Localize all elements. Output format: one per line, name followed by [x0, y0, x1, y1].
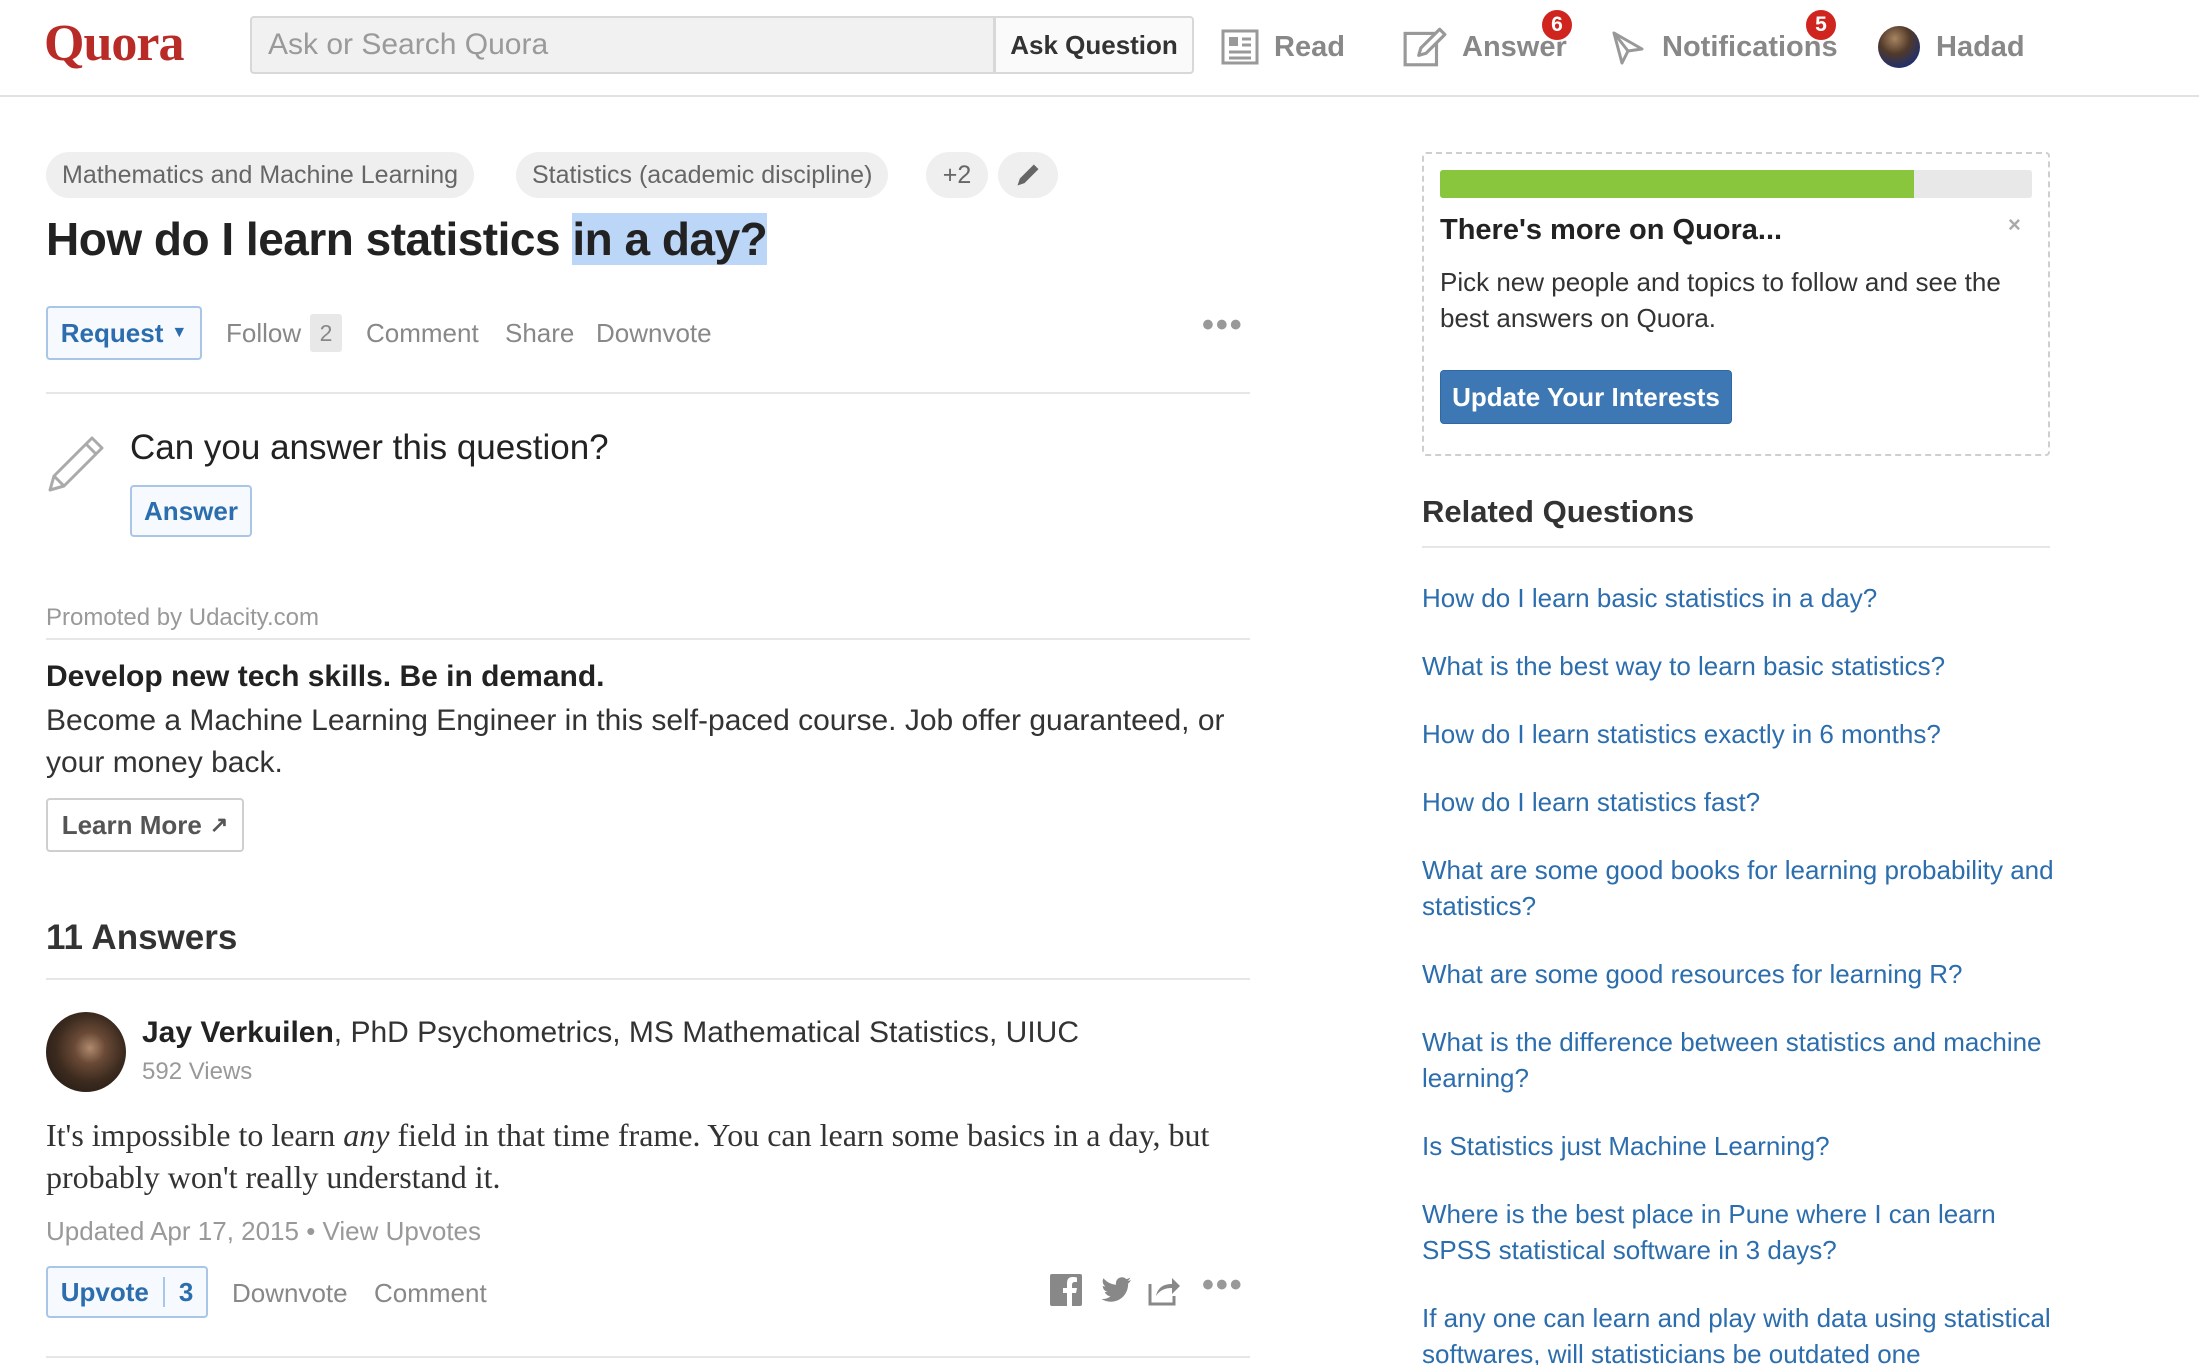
- nav-read-label: Read: [1274, 30, 1345, 63]
- search-input[interactable]: [252, 18, 993, 72]
- nav-read[interactable]: Read: [1220, 22, 1345, 72]
- user-avatar: [1878, 26, 1920, 68]
- question-title: How do I learn statistics in a day?: [46, 212, 768, 266]
- related-question-link[interactable]: What is the best way to learn basic stat…: [1422, 648, 2062, 684]
- quora-logo[interactable]: Quora: [44, 14, 184, 73]
- author-avatar[interactable]: [46, 1012, 126, 1092]
- pencil-icon: [48, 436, 104, 492]
- answer-text-emphasis: any: [343, 1117, 390, 1153]
- divider: [46, 638, 1250, 640]
- answer-body: It's impossible to learn any field in th…: [46, 1114, 1246, 1198]
- update-interests-button[interactable]: Update Your Interests: [1440, 370, 1732, 424]
- related-question-link[interactable]: How do I learn basic statistics in a day…: [1422, 580, 2062, 616]
- divider: [46, 978, 1250, 980]
- interests-promo-box: There's more on Quora... × Pick new peop…: [1422, 152, 2050, 456]
- related-question-link[interactable]: What are some good resources for learnin…: [1422, 956, 2062, 992]
- interests-progress-bar: [1440, 170, 2032, 198]
- follow-link[interactable]: Follow: [226, 318, 301, 349]
- nav-answer[interactable]: Answer 6: [1402, 8, 1574, 72]
- answer-more-options-icon[interactable]: •••: [1202, 1266, 1244, 1305]
- edit-topics-button[interactable]: [998, 152, 1058, 198]
- upvote-button[interactable]: Upvote 3: [46, 1266, 208, 1318]
- answer-button[interactable]: Answer: [130, 485, 252, 537]
- related-question-link[interactable]: Is Statistics just Machine Learning?: [1422, 1128, 2062, 1164]
- read-icon: [1221, 29, 1259, 65]
- downvote-link[interactable]: Downvote: [596, 318, 712, 349]
- close-icon[interactable]: ×: [2008, 212, 2021, 238]
- answer-comment-link[interactable]: Comment: [374, 1278, 487, 1309]
- comment-link[interactable]: Comment: [366, 318, 479, 349]
- related-questions-list: How do I learn basic statistics in a day…: [1422, 580, 2062, 1365]
- notifications-icon: [1612, 31, 1644, 65]
- answer-downvote-link[interactable]: Downvote: [232, 1278, 348, 1309]
- upvote-count: 3: [178, 1276, 194, 1307]
- top-bar: Quora Ask Question Read Answer 6 Notific…: [0, 0, 2199, 97]
- topic-chip[interactable]: Statistics (academic discipline): [516, 152, 889, 198]
- related-questions-heading: Related Questions: [1422, 494, 1695, 529]
- upvote-label: Upvote: [60, 1276, 149, 1307]
- related-question-link[interactable]: If any one can learn and play with data …: [1422, 1300, 2062, 1365]
- answer-views: 592 Views: [142, 1058, 253, 1085]
- related-question-link[interactable]: What are some good books for learning pr…: [1422, 852, 2062, 924]
- ad-body: Become a Machine Learning Engineer in th…: [46, 704, 1225, 779]
- follow-count: 2: [310, 314, 342, 352]
- related-question-link[interactable]: How do I learn statistics exactly in 6 m…: [1422, 716, 2062, 752]
- divider: [46, 392, 1250, 394]
- divider: [46, 1356, 1250, 1358]
- answer-updated-meta[interactable]: Updated Apr 17, 2015 • View Upvotes: [46, 1216, 481, 1247]
- promo-title: There's more on Quora...: [1440, 214, 1783, 246]
- related-question-link[interactable]: What is the difference between statistic…: [1422, 1024, 2062, 1096]
- external-link-icon: ↗: [209, 812, 229, 837]
- more-options-icon[interactable]: •••: [1202, 306, 1244, 345]
- question-title-text: How do I learn statistics: [46, 213, 573, 265]
- share-icon[interactable]: [1146, 1272, 1182, 1308]
- notifications-count-badge: 5: [1804, 8, 1838, 42]
- request-label: Request: [60, 317, 164, 348]
- nav-notifications[interactable]: Notifications 5: [1608, 8, 1838, 72]
- topic-more-chip[interactable]: +2: [926, 152, 988, 198]
- author-line: Jay Verkuilen, PhD Psychometrics, MS Mat…: [142, 1016, 1079, 1050]
- chevron-down-icon: ▼: [171, 324, 188, 341]
- author-credentials: , PhD Psychometrics, MS Mathematical Sta…: [333, 1016, 1079, 1049]
- promo-text: Pick new people and topics to follow and…: [1440, 267, 2001, 333]
- facebook-icon[interactable]: [1048, 1272, 1084, 1308]
- divider: [1422, 546, 2050, 548]
- answer-prompt: Can you answer this question?: [130, 428, 609, 467]
- search-box[interactable]: [250, 16, 995, 74]
- related-question-link[interactable]: How do I learn statistics fast?: [1422, 784, 2062, 820]
- ad-headline[interactable]: Develop new tech skills. Be in demand.: [46, 660, 605, 694]
- edit-pencil-icon: [1017, 164, 1039, 186]
- progress-fill: [1440, 170, 1914, 198]
- request-button[interactable]: Request ▼: [46, 306, 202, 360]
- answer-pencil-icon: [1403, 27, 1447, 67]
- nav-user-profile[interactable]: Hadad: [1878, 22, 2025, 72]
- share-link[interactable]: Share: [505, 318, 574, 349]
- answers-count-heading: 11 Answers: [46, 918, 238, 957]
- related-question-link[interactable]: Where is the best place in Pune where I …: [1422, 1196, 2062, 1268]
- user-name: Hadad: [1936, 30, 2025, 63]
- question-title-selection: in a day?: [572, 213, 768, 265]
- promoted-label[interactable]: Promoted by Udacity.com: [46, 604, 319, 632]
- upvote-separator: [162, 1277, 165, 1307]
- answer-text: It's impossible to learn: [46, 1117, 344, 1153]
- ask-question-button[interactable]: Ask Question: [994, 16, 1194, 74]
- topic-chip[interactable]: Mathematics and Machine Learning: [46, 152, 475, 198]
- author-name[interactable]: Jay Verkuilen: [142, 1016, 334, 1049]
- learn-more-label: Learn More: [61, 809, 202, 840]
- learn-more-button[interactable]: Learn More ↗: [46, 798, 244, 852]
- answer-count-badge: 6: [1540, 8, 1574, 42]
- twitter-icon[interactable]: [1098, 1272, 1134, 1308]
